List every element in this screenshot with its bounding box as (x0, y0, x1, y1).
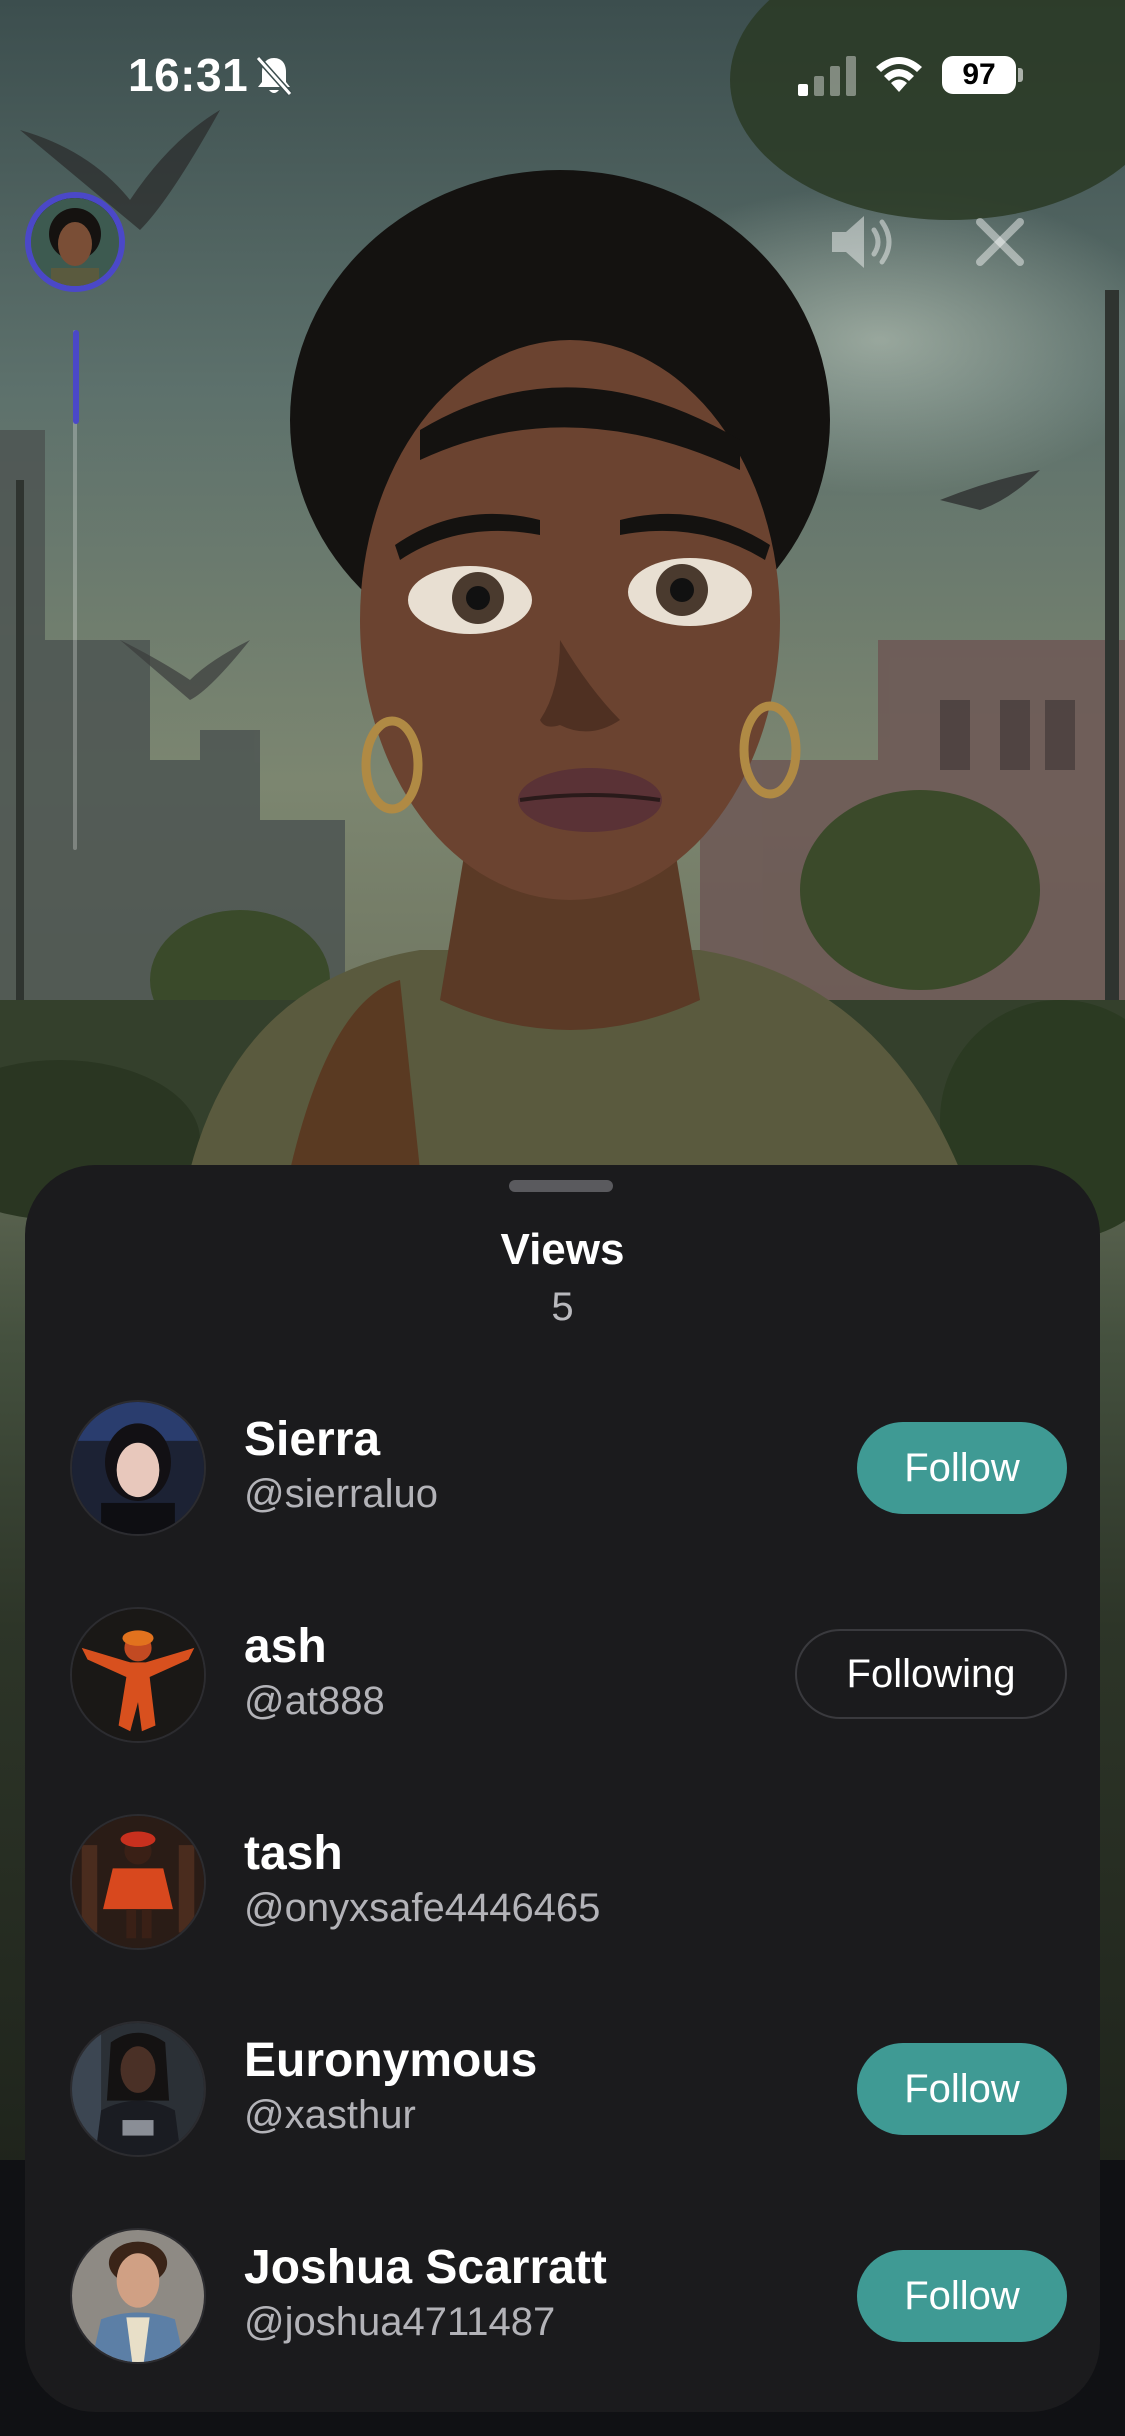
avatar-image (72, 1816, 204, 1948)
follow-button[interactable]: Follow (857, 2250, 1067, 2342)
following-button[interactable]: Following (795, 1629, 1067, 1719)
follow-button[interactable]: Follow (857, 2043, 1067, 2135)
viewer-row[interactable]: Joshua Scarratt @joshua4711487 Follow (25, 2228, 1100, 2368)
views-sheet: Views 5 Sierra @sierraluo Follow ash @at… (25, 1165, 1100, 2412)
viewer-row[interactable]: tash @onyxsafe4446465 (25, 1814, 1100, 1954)
battery-icon: 97 (942, 56, 1024, 94)
avatar-image (72, 1402, 204, 1534)
views-count: 5 (551, 1285, 574, 1329)
battery-level: 97 (942, 56, 1016, 94)
follow-button[interactable]: Follow (857, 1422, 1067, 1514)
wifi-icon (876, 57, 922, 92)
viewer-name: ash (244, 1620, 327, 1673)
viewer-name: tash (244, 1827, 343, 1880)
avatar-image (31, 198, 119, 286)
viewer-handle: @xasthur (244, 2093, 416, 2137)
sheet-title: Views (500, 1225, 625, 1274)
avatar[interactable] (70, 2228, 206, 2364)
avatar[interactable] (70, 1400, 206, 1536)
avatar-image (72, 1609, 204, 1741)
battery-cap (1018, 68, 1023, 82)
viewer-handle: @sierraluo (244, 1472, 439, 1516)
avatar[interactable] (70, 2021, 206, 2157)
viewer-row[interactable]: ash @at888 Following (25, 1607, 1100, 1747)
sheet-grabber[interactable] (509, 1180, 613, 1192)
avatar[interactable] (70, 1814, 206, 1950)
viewer-name: Joshua Scarratt (244, 2241, 607, 2294)
viewer-name: Sierra (244, 1413, 381, 1466)
viewer-handle: @onyxsafe4446465 (244, 1886, 601, 1930)
avatar[interactable] (70, 1607, 206, 1743)
viewer-row[interactable]: Euronymous @xasthur Follow (25, 2021, 1100, 2161)
bell-slash-icon (255, 56, 293, 96)
viewer-row[interactable]: Sierra @sierraluo Follow (25, 1400, 1100, 1540)
signal-icon (798, 56, 856, 96)
mute-icon[interactable] (828, 210, 900, 274)
viewer-handle: @joshua4711487 (244, 2300, 556, 2344)
story-progress-fill (73, 330, 79, 424)
status-bar: 16:31 97 (0, 0, 1125, 150)
viewer-name: Euronymous (244, 2034, 538, 2087)
avatar-image (72, 2023, 204, 2155)
avatar-image (72, 2230, 204, 2362)
viewer-handle: @at888 (244, 1679, 385, 1723)
close-icon[interactable] (972, 214, 1028, 270)
story-author-avatar[interactable] (25, 192, 125, 292)
status-time: 16:31 (128, 49, 249, 101)
